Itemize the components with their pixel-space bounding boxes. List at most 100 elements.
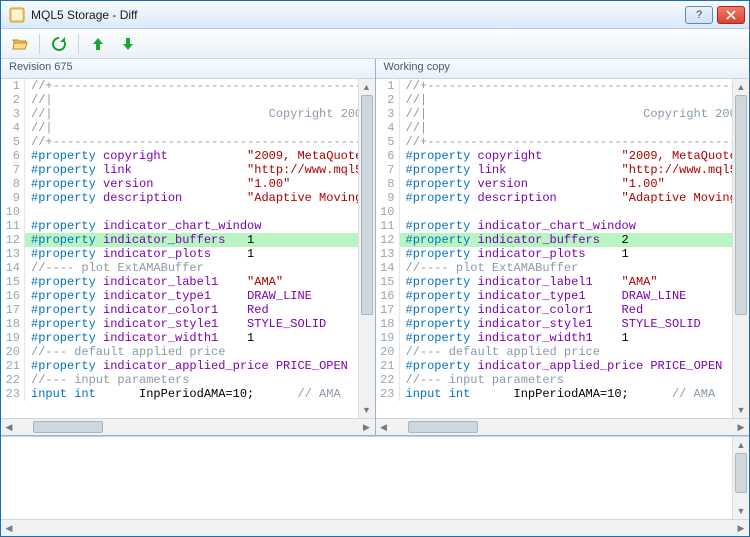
code-line[interactable]: 16#property indicator_type1 DRAW_LINE [376, 289, 750, 303]
app-icon [9, 7, 25, 23]
toolbar-divider [78, 34, 79, 54]
scroll-up-icon[interactable]: ▲ [359, 79, 375, 95]
code-line[interactable]: 21#property indicator_applied_price PRIC… [376, 359, 750, 373]
code-line[interactable]: 22//--- input parameters [376, 373, 750, 387]
code-line[interactable]: 22//--- input parameters [1, 373, 375, 387]
close-button[interactable] [717, 6, 745, 24]
code-line[interactable]: 20//--- default applied price [376, 345, 750, 359]
code-line[interactable]: 7#property link "http://www.mql5.com" [1, 163, 375, 177]
line-text: //| [25, 121, 375, 135]
code-line[interactable]: 16#property indicator_type1 DRAW_LINE [1, 289, 375, 303]
prev-diff-button[interactable] [87, 33, 109, 55]
line-text: #property indicator_chart_window [25, 219, 375, 233]
refresh-icon [51, 36, 67, 52]
left-pane-header: Revision 675 [1, 59, 375, 79]
code-line[interactable]: 12#property indicator_buffers 1 [1, 233, 375, 247]
code-line[interactable]: 9#property description "Adaptive Moving … [1, 191, 375, 205]
line-number: 11 [376, 219, 400, 233]
code-line[interactable]: 9#property description "Adaptive Moving … [376, 191, 750, 205]
scroll-up-icon[interactable]: ▲ [733, 79, 749, 95]
left-scrollbar[interactable]: ▲ ▼ [358, 79, 375, 418]
scroll-up-icon[interactable]: ▲ [733, 437, 749, 453]
code-line[interactable]: 3//| Copyright 2009, M [376, 107, 750, 121]
code-line[interactable]: 8#property version "1.00" [1, 177, 375, 191]
code-line[interactable]: 11#property indicator_chart_window [376, 219, 750, 233]
code-line[interactable]: 3//| Copyright 2009, M [1, 107, 375, 121]
code-line[interactable]: 19#property indicator_width1 1 [1, 331, 375, 345]
line-number: 10 [1, 205, 25, 219]
code-line[interactable]: 10 [376, 205, 750, 219]
code-line[interactable]: 8#property version "1.00" [376, 177, 750, 191]
scroll-left-icon[interactable]: ◀ [1, 520, 17, 536]
right-scrollbar[interactable]: ▲ ▼ [732, 79, 749, 418]
code-line[interactable]: 5//+------------------------------------… [1, 135, 375, 149]
right-hscroll[interactable]: ◀ ▶ [376, 418, 750, 435]
code-line[interactable]: 4//| [376, 121, 750, 135]
code-line[interactable]: 23input int InpPeriodAMA=10; // AMA [1, 387, 375, 401]
code-line[interactable]: 5//+------------------------------------… [376, 135, 750, 149]
line-text [400, 205, 750, 219]
code-line[interactable]: 15#property indicator_label1 "AMA" [1, 275, 375, 289]
next-diff-button[interactable] [117, 33, 139, 55]
scroll-down-icon[interactable]: ▼ [359, 402, 375, 418]
code-line[interactable]: 1//+------------------------------------… [376, 79, 750, 93]
line-number: 4 [1, 121, 25, 135]
code-line[interactable]: 4//| [1, 121, 375, 135]
code-line[interactable]: 2//| [376, 93, 750, 107]
code-line[interactable]: 10 [1, 205, 375, 219]
code-line[interactable]: 19#property indicator_width1 1 [376, 331, 750, 345]
code-line[interactable]: 20//--- default applied price [1, 345, 375, 359]
code-line[interactable]: 21#property indicator_applied_price PRIC… [1, 359, 375, 373]
arrow-down-icon [121, 37, 135, 51]
code-line[interactable]: 23input int InpPeriodAMA=10; // AMA [376, 387, 750, 401]
line-text: #property version "1.00" [400, 177, 750, 191]
line-text: //+-------------------------------------… [25, 79, 375, 93]
scroll-right-icon[interactable]: ▶ [733, 419, 749, 435]
line-number: 18 [376, 317, 400, 331]
code-line[interactable]: 18#property indicator_style1 STYLE_SOLID [1, 317, 375, 331]
right-pane: Working copy 1//+-----------------------… [376, 59, 750, 435]
code-line[interactable]: 13#property indicator_plots 1 [1, 247, 375, 261]
code-line[interactable]: 6#property copyright "2009, MetaQuotes S… [1, 149, 375, 163]
bottom-pane-body[interactable]: ▲ ▼ [1, 437, 749, 519]
code-line[interactable]: 1//+------------------------------------… [1, 79, 375, 93]
scroll-left-icon[interactable]: ◀ [376, 419, 392, 435]
line-number: 12 [1, 233, 25, 247]
line-text: #property copyright "2009, MetaQuotes So… [400, 149, 750, 163]
code-line[interactable]: 15#property indicator_label1 "AMA" [376, 275, 750, 289]
refresh-button[interactable] [48, 33, 70, 55]
bottom-hscroll[interactable]: ◀ ▶ [1, 519, 749, 536]
scroll-right-icon[interactable]: ▶ [359, 419, 375, 435]
code-line[interactable]: 18#property indicator_style1 STYLE_SOLID [376, 317, 750, 331]
line-text: #property indicator_applied_price PRICE_… [25, 359, 375, 373]
scroll-left-icon[interactable]: ◀ [1, 419, 17, 435]
code-line[interactable]: 17#property indicator_color1 Red [376, 303, 750, 317]
scroll-right-icon[interactable]: ▶ [733, 520, 749, 536]
code-line[interactable]: 14//---- plot ExtAMABuffer [1, 261, 375, 275]
code-line[interactable]: 17#property indicator_color1 Red [1, 303, 375, 317]
help-button[interactable]: ? [685, 6, 713, 24]
line-text: #property indicator_chart_window [400, 219, 750, 233]
line-text: #property link "http://www.mql5.com" [400, 163, 750, 177]
diff-panes: Revision 675 1//+-----------------------… [1, 59, 749, 436]
line-text: #property indicator_width1 1 [25, 331, 375, 345]
line-text: #property indicator_applied_price PRICE_… [400, 359, 750, 373]
code-line[interactable]: 6#property copyright "2009, MetaQuotes S… [376, 149, 750, 163]
scroll-down-icon[interactable]: ▼ [733, 402, 749, 418]
code-line[interactable]: 13#property indicator_plots 1 [376, 247, 750, 261]
code-line[interactable]: 12#property indicator_buffers 2 [376, 233, 750, 247]
bottom-scrollbar[interactable]: ▲ ▼ [732, 437, 749, 519]
left-code[interactable]: 1//+------------------------------------… [1, 79, 375, 418]
left-hscroll[interactable]: ◀ ▶ [1, 418, 375, 435]
open-button[interactable] [9, 33, 31, 55]
line-number: 8 [1, 177, 25, 191]
toolbar-divider [39, 34, 40, 54]
right-code[interactable]: 1//+------------------------------------… [376, 79, 750, 418]
line-text: #property indicator_type1 DRAW_LINE [25, 289, 375, 303]
code-line[interactable]: 14//---- plot ExtAMABuffer [376, 261, 750, 275]
code-line[interactable]: 7#property link "http://www.mql5.com" [376, 163, 750, 177]
line-number: 13 [1, 247, 25, 261]
code-line[interactable]: 11#property indicator_chart_window [1, 219, 375, 233]
code-line[interactable]: 2//| [1, 93, 375, 107]
scroll-down-icon[interactable]: ▼ [733, 503, 749, 519]
